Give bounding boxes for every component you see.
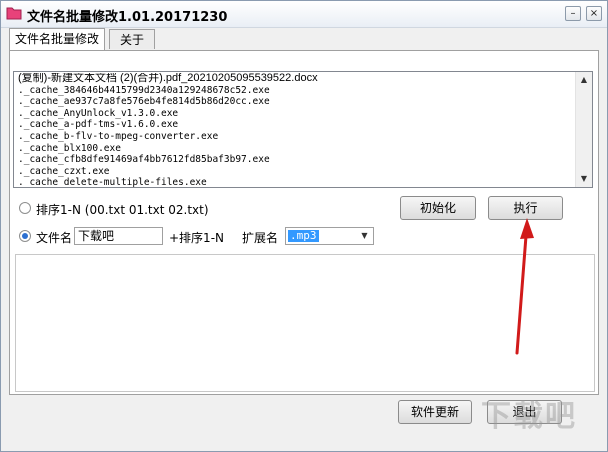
app-window: 文件名批量修改1.01.20171230 – × 文件名批量修改 关于 (复制)…: [0, 0, 608, 452]
red-arrow-annotation: [515, 218, 534, 355]
